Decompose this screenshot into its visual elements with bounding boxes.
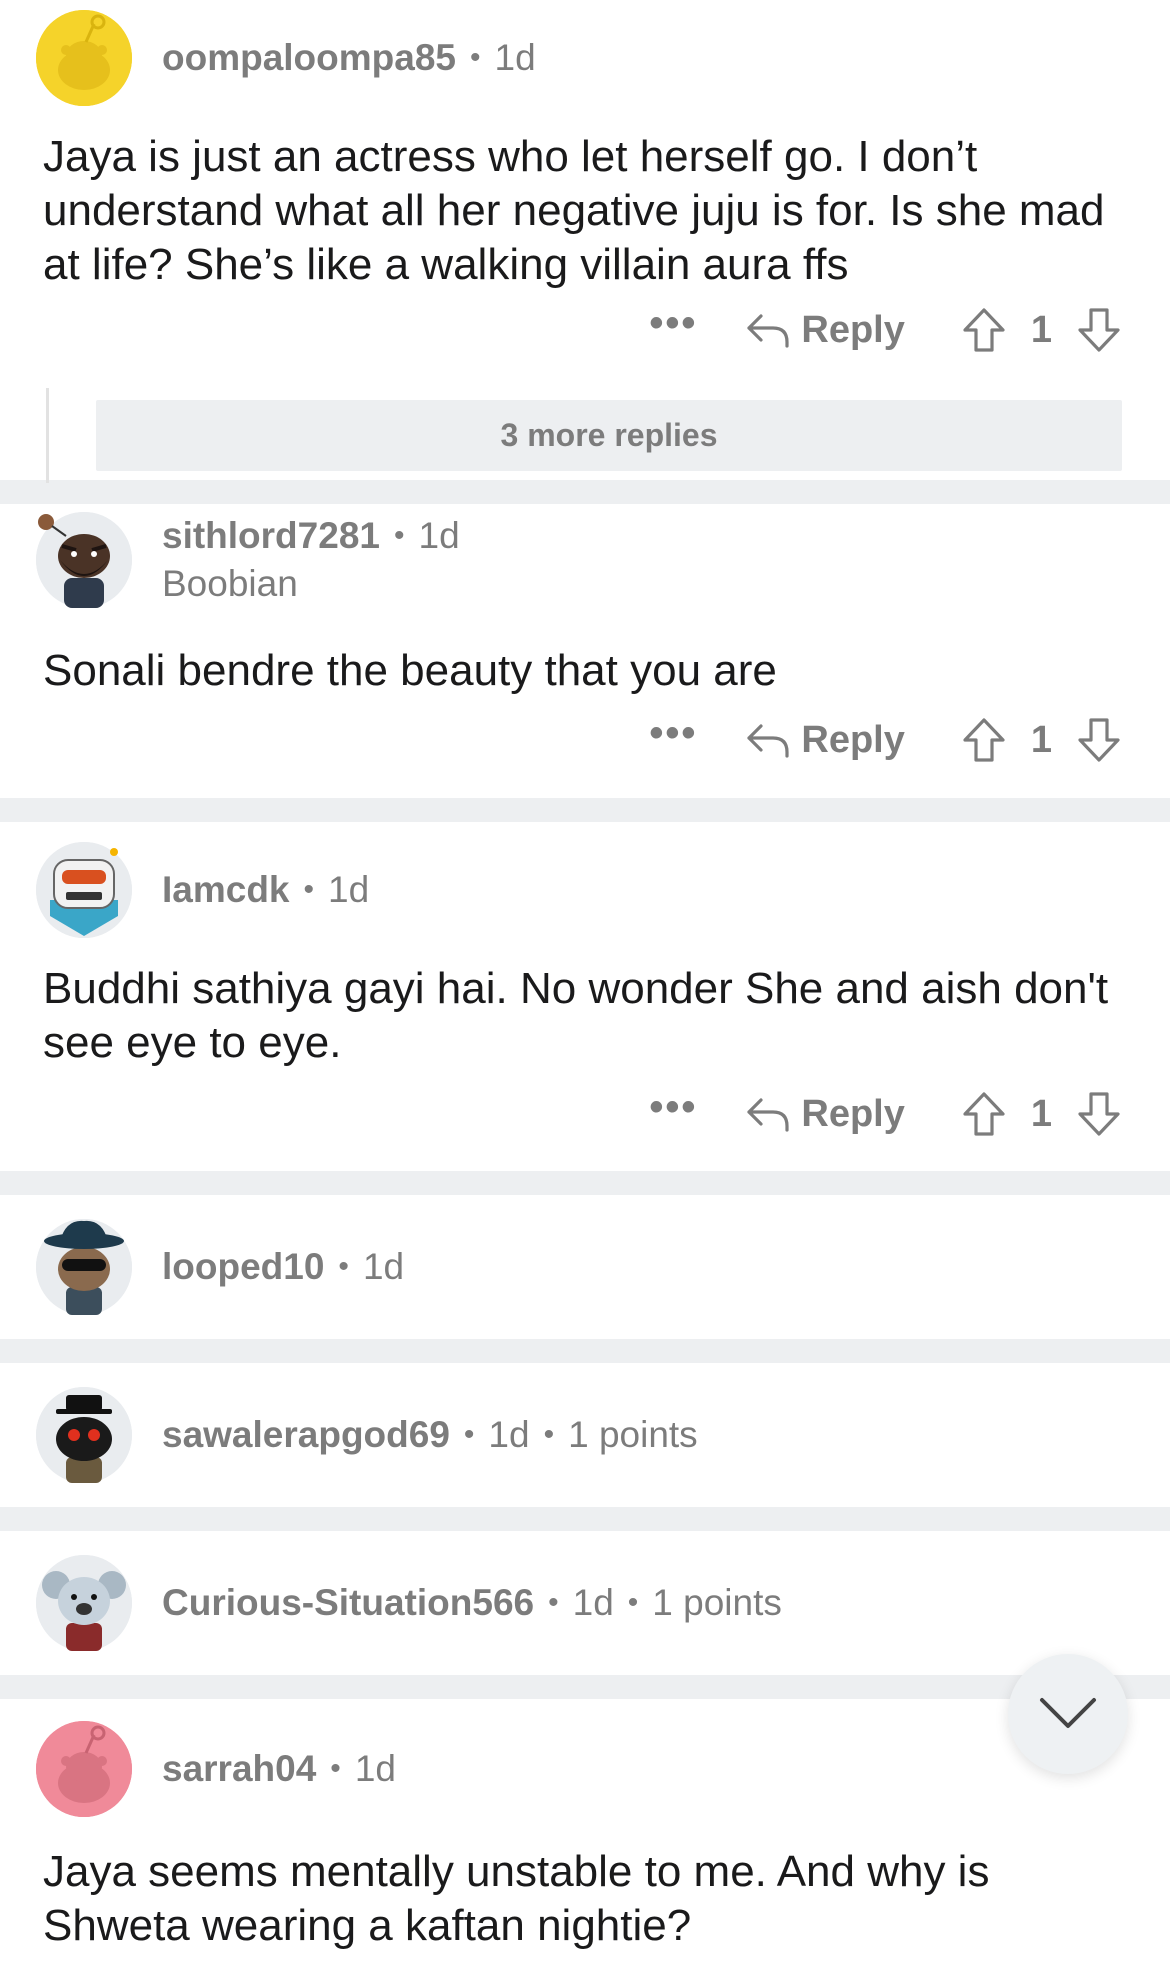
comment-age: 1d xyxy=(572,1582,614,1623)
avatar[interactable] xyxy=(36,1555,132,1651)
chevron-down-icon xyxy=(1040,1698,1096,1728)
username[interactable]: oompaloompa85 xyxy=(162,37,456,79)
avatar[interactable] xyxy=(36,1219,132,1315)
comment-age: 1d xyxy=(488,1414,530,1455)
comment-iamcdk: Iamcdk • 1d Buddhi sathiya gayi hai. No … xyxy=(0,822,1170,1171)
comment-separator xyxy=(0,1339,1170,1363)
comment-age: 1d xyxy=(362,1246,405,1287)
more-replies-button[interactable]: 3 more replies xyxy=(96,400,1122,471)
downvote-arrow-icon[interactable] xyxy=(1076,306,1122,354)
separator-dot: • xyxy=(470,41,481,74)
more-options-button[interactable]: ••• xyxy=(649,1087,697,1131)
separator-dot: • xyxy=(330,1752,341,1785)
comment-body: Buddhi sathiya gayi hai. No wonder She a… xyxy=(43,964,1109,1067)
upvote-arrow-icon[interactable] xyxy=(961,306,1007,354)
username[interactable]: Iamcdk xyxy=(162,869,290,911)
username[interactable]: sawalerapgod69 xyxy=(162,1414,450,1456)
collapse-button[interactable] xyxy=(1008,1654,1128,1774)
comment-points: 1 points xyxy=(568,1414,698,1455)
comment-oompaloompa85: oompaloompa85 • 1d Jaya is just an actre… xyxy=(0,0,1170,483)
reply-label: Reply xyxy=(801,1092,905,1135)
thread-line xyxy=(46,388,49,483)
comment-actions: ••• Reply 1 xyxy=(649,710,1122,770)
reply-arrow-icon xyxy=(747,1098,789,1132)
separator-dot: • xyxy=(338,1250,349,1283)
user-flair: Boobian xyxy=(162,563,298,604)
comment-header: Curious-Situation566 • 1d • 1 points xyxy=(36,1555,782,1651)
snoo-avatar-icon xyxy=(36,1387,132,1483)
vote-score: 1 xyxy=(1030,1092,1052,1135)
comment-looped10: looped10 • 1d xyxy=(0,1195,1170,1339)
username[interactable]: Curious-Situation566 xyxy=(162,1582,534,1624)
more-options-button[interactable]: ••• xyxy=(649,713,697,757)
vote-score: 1 xyxy=(1030,308,1052,351)
comment-body: Jaya seems mentally unstable to me. And … xyxy=(43,1847,990,1950)
comment-actions: ••• Reply 1 xyxy=(649,300,1122,360)
comment-curious-situation566: Curious-Situation566 • 1d • 1 points xyxy=(0,1531,1170,1675)
comment-sarrah04: sarrah04 • 1d Jaya seems mentally unstab… xyxy=(0,1699,1170,1963)
comment-separator xyxy=(0,1675,1170,1699)
upvote-arrow-icon[interactable] xyxy=(961,1090,1007,1138)
vote-score: 1 xyxy=(1030,718,1052,761)
comment-header: oompaloompa85 • 1d xyxy=(36,10,536,106)
reply-button[interactable]: Reply xyxy=(745,1092,905,1136)
avatar[interactable] xyxy=(36,512,132,608)
reply-arrow-icon xyxy=(747,314,789,348)
reply-label: Reply xyxy=(801,308,905,351)
comment-header: Iamcdk • 1d xyxy=(36,842,369,938)
separator-dot: • xyxy=(463,1418,475,1451)
reply-button[interactable]: Reply xyxy=(745,718,905,762)
username[interactable]: sarrah04 xyxy=(162,1748,316,1790)
avatar[interactable] xyxy=(36,1387,132,1483)
downvote-arrow-icon[interactable] xyxy=(1076,1090,1122,1138)
separator-dot: • xyxy=(543,1418,555,1451)
reply-label: Reply xyxy=(801,718,905,761)
avatar[interactable] xyxy=(36,842,132,938)
comment-separator xyxy=(0,1171,1170,1195)
comment-body: Jaya is just an actress who let herself … xyxy=(43,132,1105,289)
comment-actions: ••• Reply 1 xyxy=(649,1084,1122,1144)
snoo-avatar-icon xyxy=(36,1721,132,1817)
comment-header: sithlord7281 • 1d Boobian xyxy=(36,512,460,608)
comment-separator xyxy=(0,480,1170,504)
comment-separator xyxy=(0,1507,1170,1531)
comment-age: 1d xyxy=(418,515,460,556)
comment-separator xyxy=(0,798,1170,822)
comment-age: 1d xyxy=(354,1748,396,1789)
vote-controls: 1 xyxy=(961,306,1122,354)
avatar[interactable] xyxy=(36,10,132,106)
avatar[interactable] xyxy=(36,1721,132,1817)
username[interactable]: looped10 xyxy=(162,1246,324,1288)
comment-sawalerapgod69: sawalerapgod69 • 1d • 1 points xyxy=(0,1363,1170,1507)
vote-controls: 1 xyxy=(961,716,1122,764)
separator-dot: • xyxy=(303,873,315,906)
vote-controls: 1 xyxy=(961,1090,1122,1138)
comment-header: sawalerapgod69 • 1d • 1 points xyxy=(36,1387,698,1483)
comment-points: 1 points xyxy=(652,1582,782,1623)
snoo-avatar-icon xyxy=(36,1219,132,1315)
comment-age: 1d xyxy=(328,869,370,910)
snoo-avatar-icon xyxy=(36,10,132,106)
robot-avatar-icon xyxy=(36,842,132,938)
username[interactable]: sithlord7281 xyxy=(162,515,380,557)
comment-age: 1d xyxy=(494,37,536,78)
comment-header: sarrah04 • 1d xyxy=(36,1721,396,1817)
comment-sithlord7281: sithlord7281 • 1d Boobian Sonali bendre … xyxy=(0,504,1170,798)
snoo-avatar-icon xyxy=(36,512,132,608)
upvote-arrow-icon[interactable] xyxy=(961,716,1007,764)
separator-dot: • xyxy=(627,1586,639,1619)
reply-arrow-icon xyxy=(747,724,789,758)
reply-button[interactable]: Reply xyxy=(745,308,905,352)
koala-avatar-icon xyxy=(36,1555,132,1651)
comment-body: Sonali bendre the beauty that you are xyxy=(43,646,777,695)
separator-dot: • xyxy=(393,519,405,552)
comment-header: looped10 • 1d xyxy=(36,1219,404,1315)
separator-dot: • xyxy=(548,1586,559,1619)
downvote-arrow-icon[interactable] xyxy=(1076,716,1122,764)
more-options-button[interactable]: ••• xyxy=(649,303,697,347)
